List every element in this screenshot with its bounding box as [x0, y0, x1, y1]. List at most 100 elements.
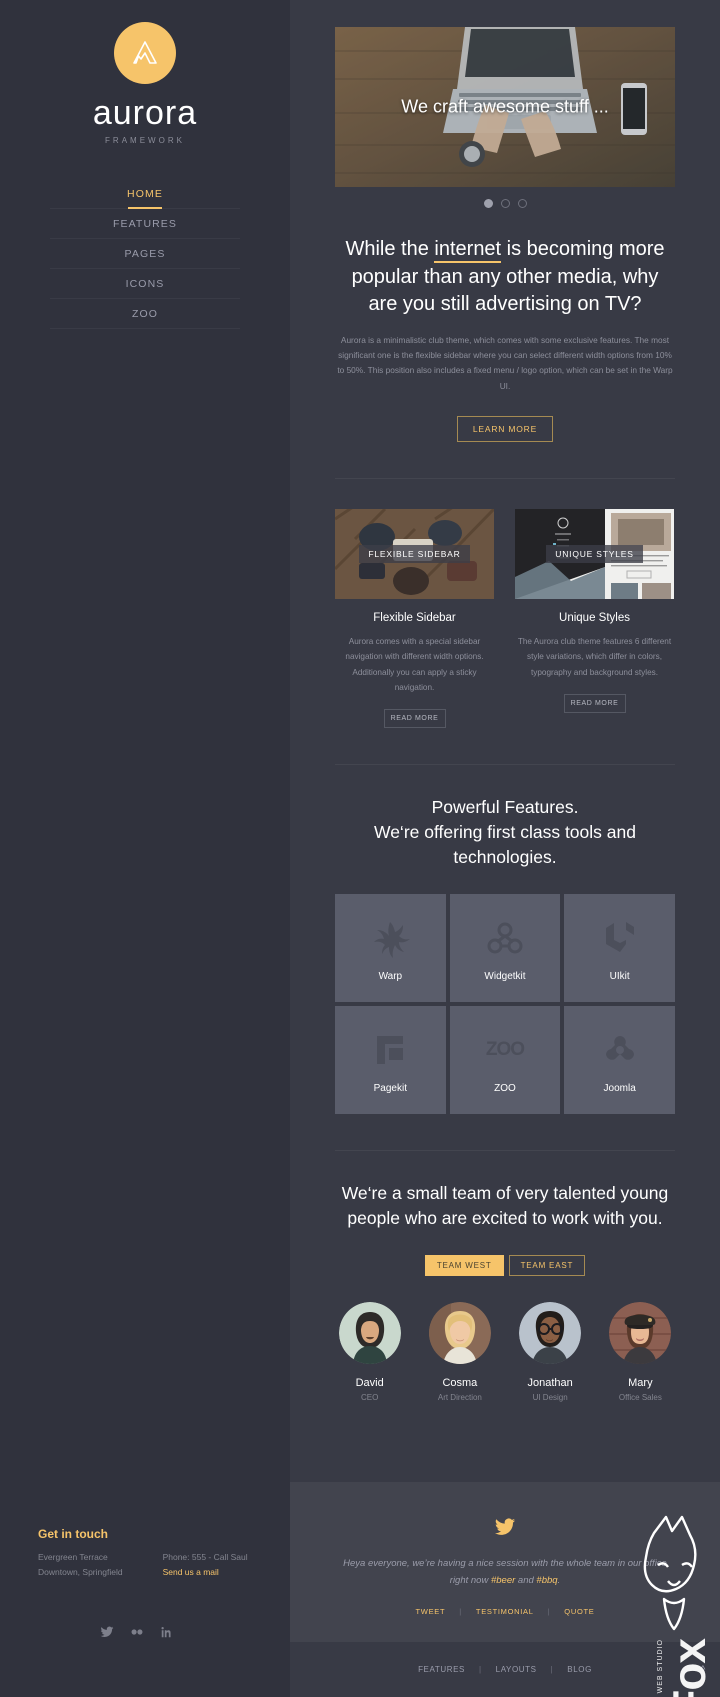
sidebar-item-pages[interactable]: PAGES [50, 239, 240, 269]
card-flexible-sidebar[interactable]: FLEXIBLE SIDEBAR Flexible Sidebar Aurora… [335, 509, 494, 728]
footer-link-features[interactable]: FEATURES [418, 1665, 465, 1674]
avatar [428, 1302, 491, 1365]
intro-paragraph: Aurora is a minimalistic club theme, whi… [337, 334, 673, 391]
title-part-1: While the [345, 238, 435, 260]
link-tweet[interactable]: TWEET [416, 1607, 446, 1616]
address-line-1: Evergreen Terrace [38, 1552, 108, 1563]
tile-uikit[interactable]: UIkit [564, 894, 675, 1003]
sidebar: aurora FRAMEWORK HOME FEATURES PAGES ICO… [0, 0, 290, 1697]
main-nav: HOME FEATURES PAGES ICONS ZOO [0, 179, 290, 329]
scroll-to-top-button[interactable]: ^ [700, 1664, 706, 1676]
read-more-button-2[interactable]: READ MORE [563, 693, 626, 713]
card-image-1: FLEXIBLE SIDEBAR [335, 509, 494, 600]
contact-address: Evergreen Terrace Downtown, Springfield [38, 1550, 123, 1579]
sidebar-item-zoo[interactable]: ZOO [50, 299, 240, 329]
learn-more-button[interactable]: LEARN MORE [457, 416, 553, 443]
avatar [609, 1302, 672, 1365]
link-testimonial[interactable]: TESTIMONIAL [476, 1607, 534, 1616]
slider-dots [290, 199, 720, 208]
twitter-links: TWEET | TESTIMONIAL | QUOTE [290, 1607, 720, 1616]
member-role-cosma: Art Direction [437, 1393, 482, 1403]
logo-mark[interactable] [114, 22, 176, 84]
linkedin-icon[interactable] [160, 1625, 174, 1639]
address-line-2: Downtown, Springfield [38, 1566, 123, 1577]
team-tabs: TEAM WEST TEAM EAST [335, 1255, 675, 1277]
member-name-cosma: Cosma [442, 1377, 478, 1390]
sidebar-item-icons[interactable]: ICONS [50, 269, 240, 299]
page-title: While the internet is becoming more popu… [335, 236, 675, 319]
tweet-text: Heya everyone, we’re having a nice sessi… [340, 1555, 670, 1589]
tile-zoo[interactable]: ZOO ZOO [449, 1006, 561, 1115]
sidebar-item-home[interactable]: HOME [50, 179, 240, 209]
contact-phone-mail: Phone: 555 - Call Saul Send us a mail [163, 1550, 248, 1579]
member-mary[interactable]: Mary Office Sales [606, 1302, 675, 1402]
member-david[interactable]: David CEO [335, 1302, 404, 1402]
avatar-jonathan-icon [519, 1302, 582, 1365]
uikit-icon [600, 915, 640, 961]
member-role-jonathan: UI Design [532, 1393, 568, 1403]
tile-widgetkit[interactable]: Widgetkit [449, 894, 561, 1003]
avatar-mary-icon [609, 1302, 672, 1365]
send-mail-link[interactable]: Send us a mail [163, 1565, 248, 1579]
hero-slider[interactable]: We craft awesome stuff ... [335, 27, 675, 187]
page-root: aurora FRAMEWORK HOME FEATURES PAGES ICO… [0, 0, 720, 1697]
features-heading: Powerful Features. We‘re offering first … [335, 795, 675, 870]
flickr-icon[interactable] [130, 1625, 144, 1639]
tile-pagekit[interactable]: Pagekit [335, 1006, 446, 1115]
member-role-mary: Office Sales [618, 1393, 662, 1403]
tile-label-pagekit: Pagekit [373, 1082, 407, 1094]
card-badge-1: FLEXIBLE SIDEBAR [359, 545, 470, 564]
logo-wordmark: aurora [92, 94, 198, 132]
footer-link-layouts[interactable]: LAYOUTS [496, 1665, 537, 1674]
footer-separator-2: | [550, 1665, 554, 1674]
slider-dot-1[interactable] [483, 199, 493, 208]
phone-text: Phone: 555 - Call Saul [162, 1552, 248, 1563]
feature-tiles: Warp Widgetkit UIkit Pagekit ZOO ZOO Joo… [335, 894, 675, 1115]
tile-label-warp: Warp [378, 970, 403, 982]
contact-block: Get in touch Evergreen Terrace Downtown,… [38, 1527, 248, 1579]
team-heading: We‘re a small team of very talented youn… [341, 1183, 669, 1229]
tab-team-west[interactable]: TEAM WEST [424, 1255, 504, 1277]
team-members: David CEO Cosma Art Direction Jonathan U… [335, 1302, 675, 1402]
member-cosma[interactable]: Cosma Art Direction [425, 1302, 494, 1402]
avatar-cosma-icon [428, 1302, 491, 1365]
tweet-part-2: and [515, 1574, 537, 1586]
card-unique-styles[interactable]: UNIQUE STYLES Unique Styles The Aurora c… [515, 509, 674, 728]
contact-title: Get in touch [38, 1527, 108, 1542]
zoo-wordmark-icon: ZOO [486, 1027, 525, 1073]
footer-link-blog[interactable]: BLOG [567, 1665, 592, 1674]
mountain-logo-icon [133, 41, 157, 64]
separator-2: | [547, 1607, 551, 1616]
tweet-hashtag-bbq[interactable]: #bbq [536, 1575, 557, 1586]
features-heading-line2: We‘re offering first class tools and tec… [374, 821, 636, 867]
separator-1: | [459, 1607, 462, 1616]
tile-joomla[interactable]: Joomla [564, 1006, 675, 1115]
features-heading-line1: Powerful Features. [431, 796, 579, 817]
divider-1 [335, 478, 675, 480]
twitter-icon[interactable] [100, 1625, 114, 1639]
sidebar-item-features[interactable]: FEATURES [50, 209, 240, 239]
read-more-button-1[interactable]: READ MORE [383, 708, 446, 728]
hero-caption: We craft awesome stuff ... [401, 96, 609, 117]
avatar [338, 1302, 401, 1365]
member-name-david: David [355, 1377, 384, 1390]
widgetkit-icon [485, 915, 525, 961]
divider-3 [335, 1150, 675, 1152]
pagekit-icon [370, 1027, 410, 1073]
tile-warp[interactable]: Warp [335, 894, 446, 1003]
card-text-1: Aurora comes with a special sidebar navi… [345, 637, 484, 692]
card-badge-2: UNIQUE STYLES [546, 545, 643, 564]
slider-dot-3[interactable] [517, 199, 527, 208]
member-name-jonathan: Jonathan [527, 1377, 573, 1390]
slider-dot-2[interactable] [500, 199, 510, 208]
footer-separator-1: | [478, 1665, 482, 1674]
feature-cards: FLEXIBLE SIDEBAR Flexible Sidebar Aurora… [335, 509, 675, 728]
card-title-1: Flexible Sidebar [373, 612, 456, 625]
member-role-david: CEO [360, 1393, 379, 1403]
card-title-2: Unique Styles [559, 612, 630, 625]
member-jonathan[interactable]: Jonathan UI Design [516, 1302, 585, 1402]
tab-team-east[interactable]: TEAM EAST [508, 1255, 586, 1277]
link-quote[interactable]: QUOTE [564, 1607, 594, 1616]
tweet-hashtag-beer[interactable]: #beer [491, 1575, 515, 1586]
bottom-bar: FEATURES | LAYOUTS | BLOG ^ [290, 1642, 720, 1697]
